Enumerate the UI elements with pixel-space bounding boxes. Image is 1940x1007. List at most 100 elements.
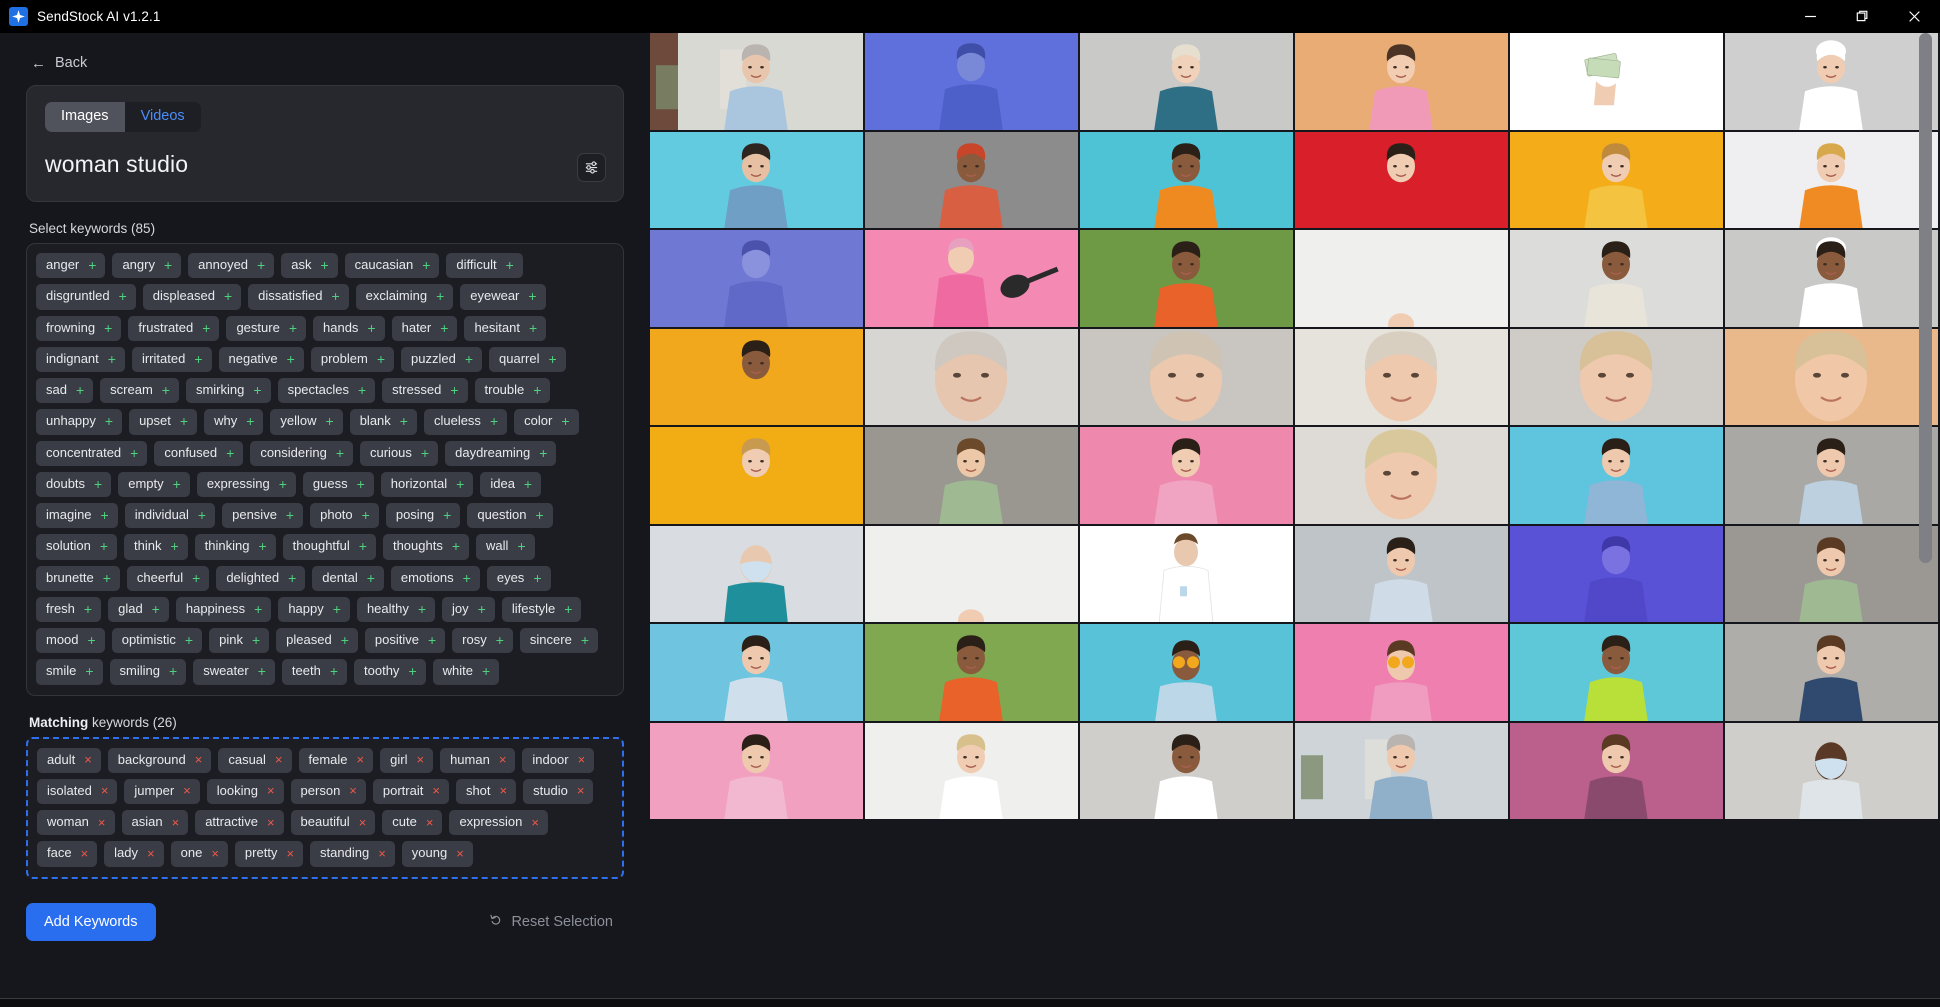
remove-keyword-icon[interactable]: × (531, 816, 539, 829)
add-keyword-icon[interactable]: + (226, 446, 234, 460)
select-keyword-tag[interactable]: exclaiming + (355, 284, 454, 310)
result-image-cell[interactable] (1510, 722, 1723, 819)
select-keyword-tag[interactable]: rosy + (452, 628, 513, 654)
matching-keyword-tag[interactable]: standing × (310, 841, 395, 867)
add-keyword-icon[interactable]: + (202, 321, 210, 335)
result-image-cell[interactable] (1295, 131, 1508, 228)
matching-keyword-tag[interactable]: isolated × (37, 778, 118, 804)
add-keyword-icon[interactable]: + (362, 508, 370, 522)
select-keyword-tag[interactable]: caucasian + (344, 253, 440, 279)
add-keyword-icon[interactable]: + (88, 258, 96, 272)
add-keyword-icon[interactable]: + (367, 321, 375, 335)
select-keyword-tag[interactable]: eyewear + (460, 284, 546, 310)
select-keyword-tag[interactable]: unhappy + (36, 409, 123, 435)
add-keyword-icon[interactable]: + (400, 414, 408, 428)
result-image-cell[interactable] (865, 131, 1078, 228)
select-keyword-tag[interactable]: emotions + (390, 565, 480, 591)
result-image-cell[interactable] (1725, 722, 1938, 819)
add-keyword-icon[interactable]: + (359, 539, 367, 553)
select-keyword-tag[interactable]: photo + (310, 503, 379, 529)
result-image-cell[interactable] (650, 427, 863, 524)
select-keyword-tag[interactable]: joy + (442, 596, 495, 622)
add-keyword-icon[interactable]: + (463, 571, 471, 585)
select-keyword-tag[interactable]: wall + (476, 534, 535, 560)
results-scrollbar-track[interactable] (1919, 33, 1936, 1007)
result-image-cell[interactable] (1080, 722, 1293, 819)
select-keyword-tag[interactable]: individual + (124, 503, 216, 529)
add-keyword-icon[interactable]: + (105, 414, 113, 428)
add-keyword-icon[interactable]: + (286, 508, 294, 522)
select-keyword-tag[interactable]: smirking + (185, 378, 271, 404)
tab-images[interactable]: Images (45, 102, 125, 132)
select-keyword-tag[interactable]: toothy + (354, 659, 426, 685)
result-image-cell[interactable] (865, 230, 1078, 327)
add-keyword-icon[interactable]: + (506, 258, 514, 272)
matching-keyword-tag[interactable]: shot × (455, 778, 517, 804)
result-image-cell[interactable] (1080, 230, 1293, 327)
result-image-cell[interactable] (1510, 33, 1723, 130)
select-keyword-tag[interactable]: stressed + (382, 378, 468, 404)
select-keyword-tag[interactable]: horizontal + (380, 471, 474, 497)
select-keyword-tag[interactable]: pink + (209, 628, 270, 654)
add-keyword-icon[interactable]: + (333, 602, 341, 616)
add-keyword-icon[interactable]: + (180, 414, 188, 428)
select-keyword-tag[interactable]: frowning + (36, 315, 122, 341)
add-keyword-icon[interactable]: + (170, 539, 178, 553)
add-keyword-icon[interactable]: + (289, 321, 297, 335)
result-image-cell[interactable] (865, 33, 1078, 130)
minimize-icon[interactable] (1784, 0, 1836, 33)
result-image-cell[interactable] (650, 722, 863, 819)
matching-keyword-tag[interactable]: lady × (104, 841, 164, 867)
add-keyword-icon[interactable]: + (287, 352, 295, 366)
matching-keyword-tag[interactable]: background × (107, 747, 212, 773)
add-keyword-icon[interactable]: + (529, 321, 537, 335)
result-image-cell[interactable] (865, 328, 1078, 425)
remove-keyword-icon[interactable]: × (101, 784, 109, 797)
result-image-cell[interactable] (650, 328, 863, 425)
add-keyword-icon[interactable]: + (288, 571, 296, 585)
matching-keyword-tag[interactable]: female × (298, 747, 374, 773)
add-keyword-icon[interactable]: + (258, 539, 266, 553)
remove-keyword-icon[interactable]: × (378, 847, 386, 860)
add-keyword-icon[interactable]: + (422, 258, 430, 272)
select-keyword-tag[interactable]: expressing + (196, 471, 296, 497)
select-keyword-tag[interactable]: sweater + (193, 659, 275, 685)
add-keyword-icon[interactable]: + (358, 383, 366, 397)
result-image-cell[interactable] (865, 722, 1078, 819)
add-keyword-icon[interactable]: + (192, 571, 200, 585)
select-keyword-tag[interactable]: glad + (108, 596, 169, 622)
maximize-icon[interactable] (1836, 0, 1888, 33)
result-image-cell[interactable] (1295, 230, 1508, 327)
select-keyword-tag[interactable]: lifestyle + (501, 596, 582, 622)
result-image-cell[interactable] (1295, 328, 1508, 425)
result-image-cell[interactable] (1510, 230, 1723, 327)
add-keyword-icon[interactable]: + (198, 508, 206, 522)
select-keyword-tag[interactable]: dissatisfied + (248, 284, 349, 310)
select-keyword-tag[interactable]: pleased + (276, 628, 358, 654)
add-keyword-icon[interactable]: + (76, 383, 84, 397)
result-image-cell[interactable] (865, 525, 1078, 622)
select-keyword-tag[interactable]: puzzled + (401, 346, 483, 372)
select-keyword-tag[interactable]: delighted + (216, 565, 306, 591)
select-keyword-tag[interactable]: solution + (36, 534, 117, 560)
add-keyword-icon[interactable]: + (443, 508, 451, 522)
add-keyword-icon[interactable]: + (478, 602, 486, 616)
add-keyword-icon[interactable]: + (428, 633, 436, 647)
remove-keyword-icon[interactable]: × (84, 753, 92, 766)
add-keyword-icon[interactable]: + (482, 664, 490, 678)
result-image-cell[interactable] (1510, 525, 1723, 622)
matching-keyword-tag[interactable]: indoor × (522, 747, 595, 773)
add-keyword-icon[interactable]: + (252, 633, 260, 647)
remove-keyword-icon[interactable]: × (577, 784, 585, 797)
matching-keyword-tag[interactable]: looking × (206, 778, 284, 804)
results-scrollbar-thumb[interactable] (1919, 33, 1932, 563)
select-keyword-tag[interactable]: concentrated + (36, 440, 148, 466)
select-keyword-tag[interactable]: sad + (36, 378, 94, 404)
add-keyword-icon[interactable]: + (524, 477, 532, 491)
matching-keyword-tag[interactable]: expression × (449, 810, 548, 836)
remove-keyword-icon[interactable]: × (426, 816, 434, 829)
add-keyword-icon[interactable]: + (254, 602, 262, 616)
select-keyword-tag[interactable]: hesitant + (464, 315, 547, 341)
select-keyword-tag[interactable]: irritated + (131, 346, 212, 372)
result-image-cell[interactable] (1080, 624, 1293, 721)
